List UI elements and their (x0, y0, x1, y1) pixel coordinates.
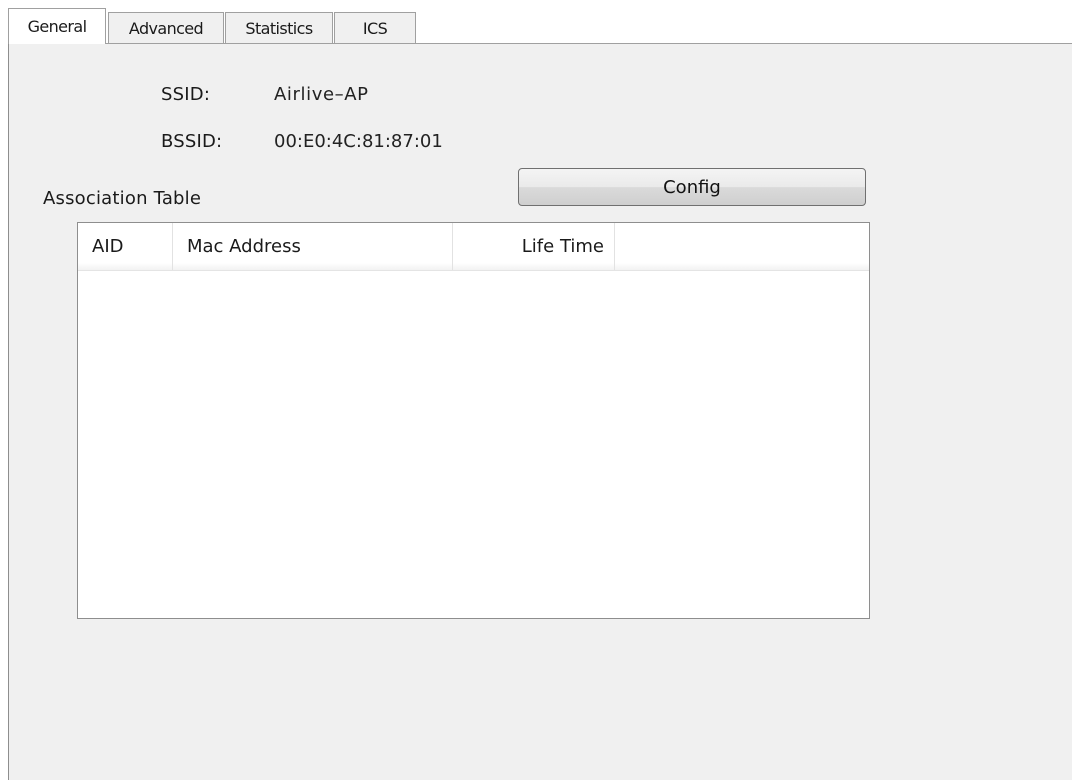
table-header: AID Mac Address Life Time (78, 223, 869, 271)
tab-general[interactable]: General (8, 8, 106, 44)
tab-ics[interactable]: ICS (334, 12, 416, 44)
bssid-label: BSSID: (161, 131, 223, 152)
association-table[interactable]: AID Mac Address Life Time (77, 222, 870, 619)
config-button[interactable]: Config (518, 168, 866, 206)
table-body (78, 271, 869, 618)
column-header-aid[interactable]: AID (78, 223, 173, 270)
ssid-label: SSID: (161, 84, 211, 105)
association-table-title: Association Table (43, 188, 202, 209)
tab-advanced[interactable]: Advanced (108, 12, 224, 44)
bssid-value: 00:E0:4C:81:87:01 (274, 131, 443, 152)
tab-statistics[interactable]: Statistics (225, 12, 333, 44)
tab-strip: General Advanced Statistics ICS (8, 8, 1072, 44)
general-panel: SSID: Airlive–AP BSSID: 00:E0:4C:81:87:0… (8, 43, 1072, 780)
column-header-life-time[interactable]: Life Time (453, 223, 615, 270)
column-header-mac-address[interactable]: Mac Address (173, 223, 453, 270)
column-header-empty[interactable] (615, 223, 869, 270)
ssid-value: Airlive–AP (274, 84, 369, 105)
